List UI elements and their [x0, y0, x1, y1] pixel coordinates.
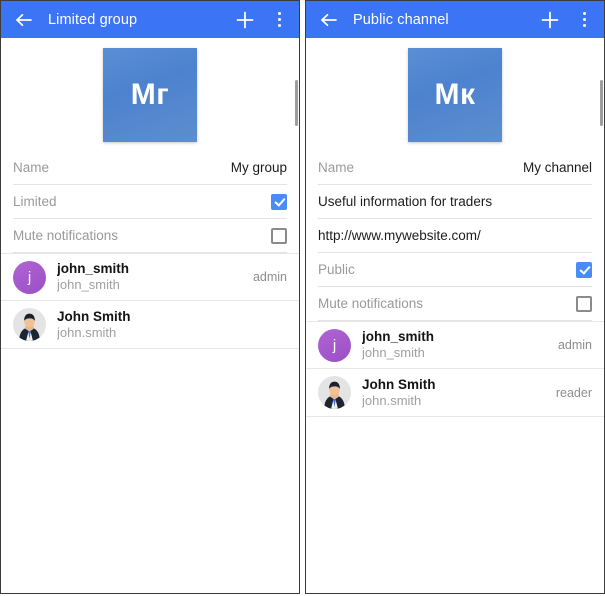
menu-dot [277, 18, 281, 21]
plus-icon[interactable] [537, 7, 563, 33]
member-title: john_smith [362, 329, 435, 345]
row-mute-notifications[interactable]: Mute notifications [318, 287, 592, 321]
member-subtitle: john.smith [362, 392, 422, 408]
checkbox-mute-notifications[interactable] [576, 295, 592, 312]
app-bar: Public channel [306, 1, 604, 38]
channel-description: Useful information for traders [318, 194, 493, 209]
member-names: John Smith john.smith [57, 308, 131, 342]
list-item[interactable]: John Smith john.smith [1, 301, 299, 349]
phone-screen-public-channel: Public channel Мк Name My channel Useful… [305, 0, 605, 594]
menu-dot [277, 12, 281, 15]
row-public[interactable]: Public [318, 253, 592, 287]
row-mute-notifications[interactable]: Mute notifications [13, 219, 287, 253]
member-title: John Smith [57, 308, 131, 324]
list-item[interactable]: John Smith john.smith reader [306, 369, 604, 417]
row-description[interactable]: Useful information for traders [318, 185, 592, 219]
row-label: Public [318, 262, 355, 277]
overflow-menu-icon[interactable] [270, 9, 288, 31]
avatar: j [318, 328, 351, 362]
app-bar: Limited group [1, 1, 299, 38]
row-website[interactable]: http://www.mywebsite.com/ [318, 219, 592, 253]
member-role: reader [555, 385, 592, 400]
plus-icon[interactable] [232, 7, 258, 33]
row-value: My channel [522, 160, 592, 175]
avatar [318, 376, 351, 409]
member-subtitle: john_smith [57, 277, 120, 293]
scrollbar-thumb[interactable] [295, 80, 298, 126]
menu-dot [582, 12, 586, 15]
member-title: John Smith [362, 376, 436, 392]
dual-screenshot-stage: Limited group Mг Name My group Limited M… [0, 0, 605, 596]
row-name[interactable]: Name My channel [318, 151, 592, 185]
member-list: j john_smith john_smith admin John Smith… [306, 321, 604, 417]
menu-dot [582, 18, 586, 21]
member-role: admin [252, 270, 287, 284]
row-value: My group [230, 160, 287, 175]
list-item[interactable]: j john_smith john_smith admin [306, 321, 604, 369]
checkbox-limited[interactable] [271, 193, 287, 210]
phone-screen-limited-group: Limited group Mг Name My group Limited M… [0, 0, 300, 594]
channel-avatar[interactable]: Мк [408, 47, 502, 142]
arrow-left-icon[interactable] [13, 9, 35, 31]
member-names: john_smith john_smith [362, 328, 434, 362]
scrollbar-thumb[interactable] [600, 80, 603, 126]
group-avatar-area: Mг [1, 38, 299, 151]
member-role: admin [557, 338, 592, 352]
group-avatar[interactable]: Mг [103, 47, 197, 142]
screen-body: Мк Name My channel Useful information fo… [306, 38, 604, 593]
member-names: john_smith john_smith [57, 260, 129, 294]
settings-form: Name My channel Useful information for t… [306, 151, 604, 321]
row-label: Mute notifications [13, 228, 119, 243]
member-title: john_smith [57, 261, 130, 277]
member-subtitle: john.smith [57, 324, 117, 340]
avatar: j [13, 260, 46, 294]
channel-avatar-area: Мк [306, 38, 604, 151]
settings-form: Name My group Limited Mute notifications [1, 151, 299, 253]
app-bar-title: Limited group [48, 11, 138, 28]
menu-dot [582, 24, 586, 27]
row-label: Name [13, 160, 50, 175]
row-label: Name [318, 160, 355, 175]
member-subtitle: john_smith [362, 345, 425, 361]
app-bar-title: Public channel [353, 11, 449, 28]
checkbox-public[interactable] [576, 261, 592, 278]
row-name[interactable]: Name My group [13, 151, 287, 185]
channel-website: http://www.mywebsite.com/ [318, 228, 481, 243]
row-label: Limited [13, 194, 57, 209]
member-list: j john_smith john_smith admin John Smith… [1, 253, 299, 349]
screen-body: Mг Name My group Limited Mute notificati… [1, 38, 299, 593]
member-names: John Smith john.smith [362, 376, 436, 410]
overflow-menu-icon[interactable] [575, 9, 593, 31]
list-item[interactable]: j john_smith john_smith admin [1, 253, 299, 301]
row-limited[interactable]: Limited [13, 185, 287, 219]
menu-dot [277, 24, 281, 27]
arrow-left-icon[interactable] [318, 9, 340, 31]
checkbox-mute-notifications[interactable] [271, 227, 287, 244]
avatar [13, 308, 46, 341]
row-label: Mute notifications [318, 296, 424, 311]
